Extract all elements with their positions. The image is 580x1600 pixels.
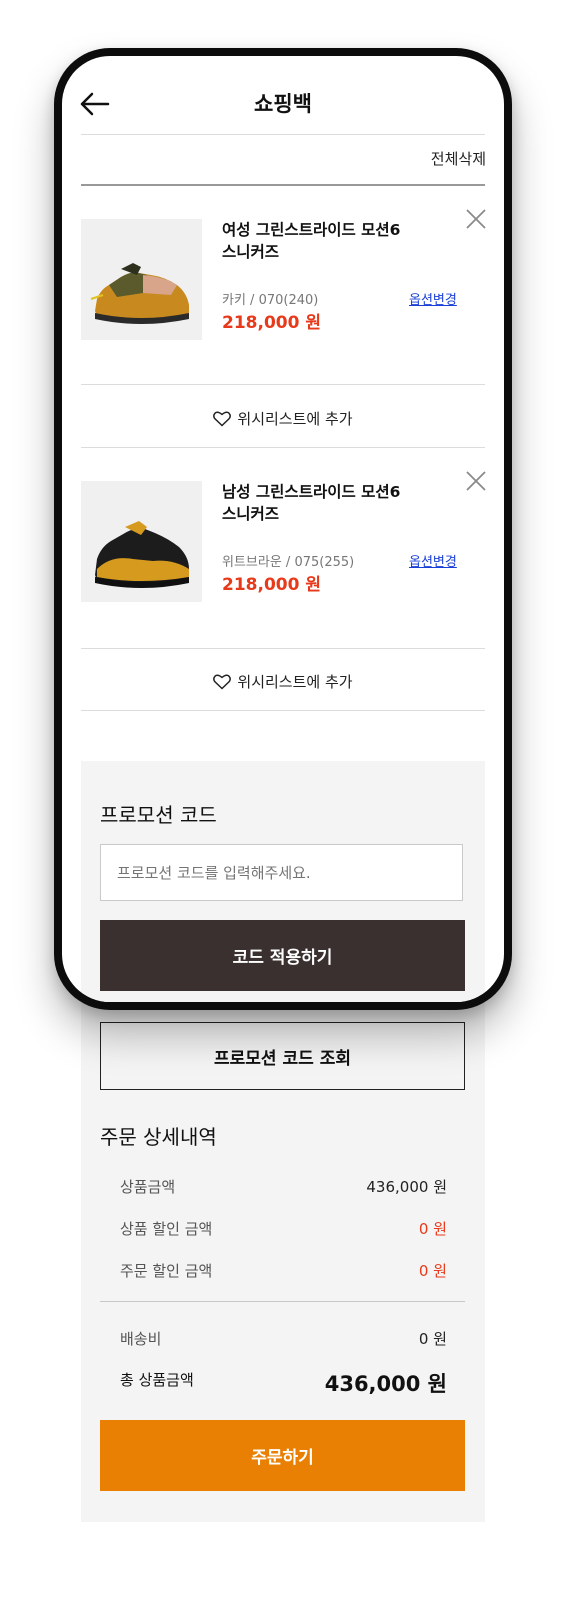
product-amount-value: 436,000 원: [366, 1178, 447, 1196]
apply-promo-button[interactable]: 코드 적용하기: [100, 920, 465, 991]
product-image-2[interactable]: [81, 481, 202, 602]
product-name-2-line1: 남성 그린스트라이드 모션6: [222, 483, 401, 501]
product-discount-label: 상품 할인 금액: [120, 1220, 213, 1238]
promo-title: 프로모션 코드: [100, 803, 217, 827]
checkout-label: 주문하기: [251, 1448, 314, 1468]
wishlist-add-2-button[interactable]: 위시리스트에 추가: [62, 671, 504, 692]
wishlist-add-1-label: 위시리스트에 추가: [237, 410, 353, 428]
order-summary-title: 주문 상세내역: [100, 1125, 217, 1149]
item-2-divider: [81, 648, 485, 649]
sneaker-icon: [81, 481, 202, 602]
product-discount-value: 0 원: [418, 1220, 447, 1238]
close-icon: [466, 209, 486, 229]
apply-promo-label: 코드 적용하기: [232, 948, 333, 968]
product-option-2: 위트브라운 / 075(255): [222, 555, 355, 570]
change-option-2-link[interactable]: 옵션변경: [409, 551, 457, 570]
header-divider: [81, 134, 485, 135]
checkout-button[interactable]: 주문하기: [100, 1420, 465, 1491]
total-value: 436,000 원: [324, 1372, 447, 1396]
promo-lookup-label: 프로모션 코드 조회: [214, 1048, 351, 1069]
product-amount-label: 상품금액: [120, 1178, 176, 1196]
remove-item-1-button[interactable]: [465, 208, 487, 230]
wishlist-2-divider: [81, 710, 485, 711]
page-title: 쇼핑백: [254, 92, 312, 116]
product-name-2-line2: 스니커즈: [222, 505, 280, 523]
product-price-1: 218,000 원: [222, 313, 321, 333]
wishlist-add-1-button[interactable]: 위시리스트에 추가: [62, 408, 504, 429]
remove-item-2-button[interactable]: [465, 470, 487, 492]
item-1-divider: [81, 384, 485, 385]
phone-screen: 쇼핑백 전체삭제 여성 그린스트라이드 모션6 스니커즈 카키 / 070(24…: [62, 56, 504, 1002]
promo-lookup-button[interactable]: 프로모션 코드 조회: [100, 1022, 465, 1090]
product-image-1[interactable]: [81, 219, 202, 340]
shipping-value: 0 원: [418, 1330, 447, 1348]
wishlist-1-divider: [81, 447, 485, 448]
delete-all-button[interactable]: 전체삭제: [431, 148, 486, 169]
close-icon: [466, 471, 486, 491]
product-price-2: 218,000 원: [222, 575, 321, 595]
product-name-1[interactable]: 여성 그린스트라이드 모션6 스니커즈: [222, 219, 432, 263]
product-name-2[interactable]: 남성 그린스트라이드 모션6 스니커즈: [222, 481, 432, 525]
heart-icon: [213, 674, 232, 690]
sneaker-icon: [81, 219, 202, 340]
wishlist-add-2-label: 위시리스트에 추가: [237, 673, 353, 691]
product-name-1-line2: 스니커즈: [222, 243, 280, 261]
phone-frame: 쇼핑백 전체삭제 여성 그린스트라이드 모션6 스니커즈 카키 / 070(24…: [54, 48, 512, 1010]
promo-code-input[interactable]: [100, 844, 463, 901]
product-option-1: 카키 / 070(240): [222, 293, 319, 308]
change-option-1-link[interactable]: 옵션변경: [409, 289, 457, 308]
list-top-divider: [81, 184, 485, 186]
order-discount-value: 0 원: [418, 1262, 447, 1280]
summary-divider: [100, 1301, 465, 1302]
total-label: 총 상품금액: [120, 1371, 194, 1389]
product-name-1-line1: 여성 그린스트라이드 모션6: [222, 221, 401, 239]
order-discount-label: 주문 할인 금액: [120, 1262, 213, 1280]
shipping-label: 배송비: [120, 1330, 162, 1348]
heart-icon: [213, 411, 232, 427]
